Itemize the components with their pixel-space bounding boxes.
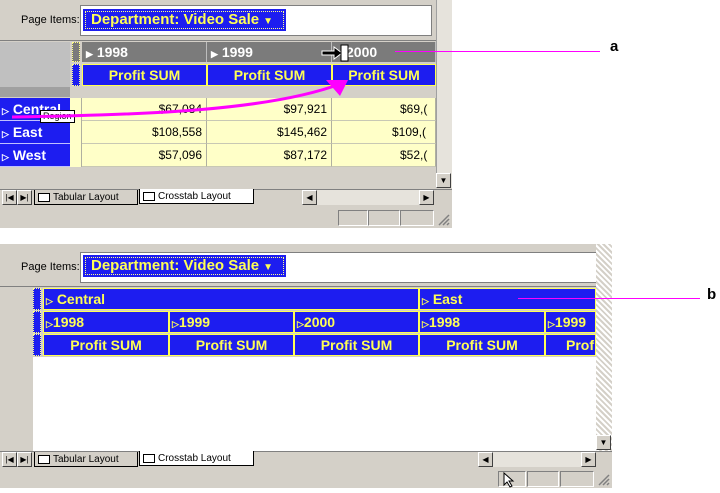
year-label: 1998 [52,314,85,330]
page-item-dropdown[interactable]: Department: Video Sale ▼ [83,255,286,277]
resize-grip-icon[interactable] [436,212,450,226]
scroll-arrow-icon[interactable]: |◀ [2,452,17,467]
region-label: Central [56,291,106,307]
measure-header[interactable]: Prof [545,334,596,356]
data-cell: $52,( [332,144,436,167]
column-header-year[interactable]: ▷2000 [294,311,419,333]
tab-tabular-layout[interactable]: Tabular Layout [34,452,138,467]
tab-label: Tabular Layout [53,454,119,465]
expand-triangle-icon: ▷ [46,319,53,329]
region-handle[interactable] [33,288,41,310]
tab-label: Crosstab Layout [158,453,231,464]
year-handle[interactable] [33,311,41,333]
measure-label: Profit SUM [320,337,393,353]
callout-a: a [610,38,619,55]
table-icon [38,193,50,202]
scroll-arrow-icon[interactable]: |◀ [2,190,17,205]
expand-triangle-icon: ▷ [2,152,9,162]
scroll-arrow-icon[interactable]: ◀ [478,452,493,467]
crosstab-icon [143,454,155,463]
page-items-label: Page Items: [21,261,80,273]
measure-label: Prof [566,337,594,353]
data-cell: $57,096 [82,144,207,167]
year-label: 2000 [303,314,336,330]
status-pane [560,471,594,487]
data-cell: $87,172 [207,144,332,167]
scroll-arrow-icon[interactable]: ▶ [581,452,596,467]
expand-triangle-icon: ▷ [2,129,9,139]
column-header-east[interactable]: ▷ East [419,288,596,310]
tab-crosstab-layout[interactable]: Crosstab Layout [139,451,254,466]
status-pane [400,210,434,226]
expand-triangle-icon: ▷ [172,319,179,329]
column-header-year[interactable]: ▷1998 [43,311,169,333]
region-label: East [432,291,463,307]
column-header-year[interactable]: ▷1998 [419,311,545,333]
measure-header[interactable]: Profit SUM [294,334,419,356]
column-header-year[interactable]: ▷1999 [169,311,294,333]
scroll-arrow-icon[interactable]: ◀ [302,190,317,205]
mouse-pointer-icon [503,471,515,488]
empty-data-area [33,357,596,453]
status-pane [338,210,368,226]
expand-triangle-icon: ▷ [297,319,304,329]
horizontal-scrollbar[interactable] [493,452,581,467]
tab-crosstab-layout[interactable]: Crosstab Layout [139,189,254,204]
measure-header[interactable]: Profit SUM [169,334,294,356]
empty-area [0,167,436,188]
measure-label: Profit SUM [195,337,268,353]
column-header-central[interactable]: ▷ Central [43,288,419,310]
callout-line-b [518,298,700,299]
year-label: 1998 [428,314,461,330]
scroll-arrow-icon[interactable]: ▶| [17,190,32,205]
year-label: 1999 [178,314,211,330]
crosstab-icon [143,192,155,201]
status-pane [527,471,559,487]
measure-handle[interactable] [33,334,41,356]
measure-label: Profit SUM [446,337,518,353]
page-item-dropdown-label: Department: Video Sale [91,257,260,274]
column-header-year[interactable]: ▷1999 [545,311,596,333]
callout-b: b [707,286,717,303]
tab-label: Crosstab Layout [158,191,231,202]
measure-header[interactable]: Profit SUM [419,334,545,356]
measure-header[interactable]: Profit SUM [43,334,169,356]
scroll-arrow-icon[interactable]: ▼ [436,173,451,188]
dropdown-triangle-icon: ▼ [263,262,274,273]
expand-triangle-icon: ▷ [422,296,429,306]
scroll-arrow-icon[interactable]: ▼ [596,435,611,450]
corner-area [0,288,33,453]
status-pane [368,210,400,226]
scroll-arrow-icon[interactable]: ▶| [17,452,32,467]
window-b: Page Items: Department: Video Sale ▼ ▷ Ce… [0,244,612,488]
scroll-arrow-icon[interactable]: ▶ [419,190,434,205]
measure-label: Profit SUM [70,337,142,353]
region-label: West [12,147,47,163]
tab-label: Tabular Layout [53,192,119,203]
vertical-scrollbar[interactable] [596,244,612,453]
row-header-west[interactable]: ▷ West [0,144,70,167]
expand-triangle-icon: ▷ [422,319,429,329]
expand-triangle-icon: ▷ [548,319,555,329]
callout-line-a [395,51,600,52]
year-label: 1999 [554,314,587,330]
resize-grip-icon[interactable] [596,472,610,486]
tab-tabular-layout[interactable]: Tabular Layout [34,190,138,205]
expand-triangle-icon: ▷ [46,296,53,306]
toolbar-divider [0,286,596,287]
horizontal-scrollbar[interactable] [317,190,419,205]
drag-path-arrow [11,80,348,119]
table-icon [38,455,50,464]
